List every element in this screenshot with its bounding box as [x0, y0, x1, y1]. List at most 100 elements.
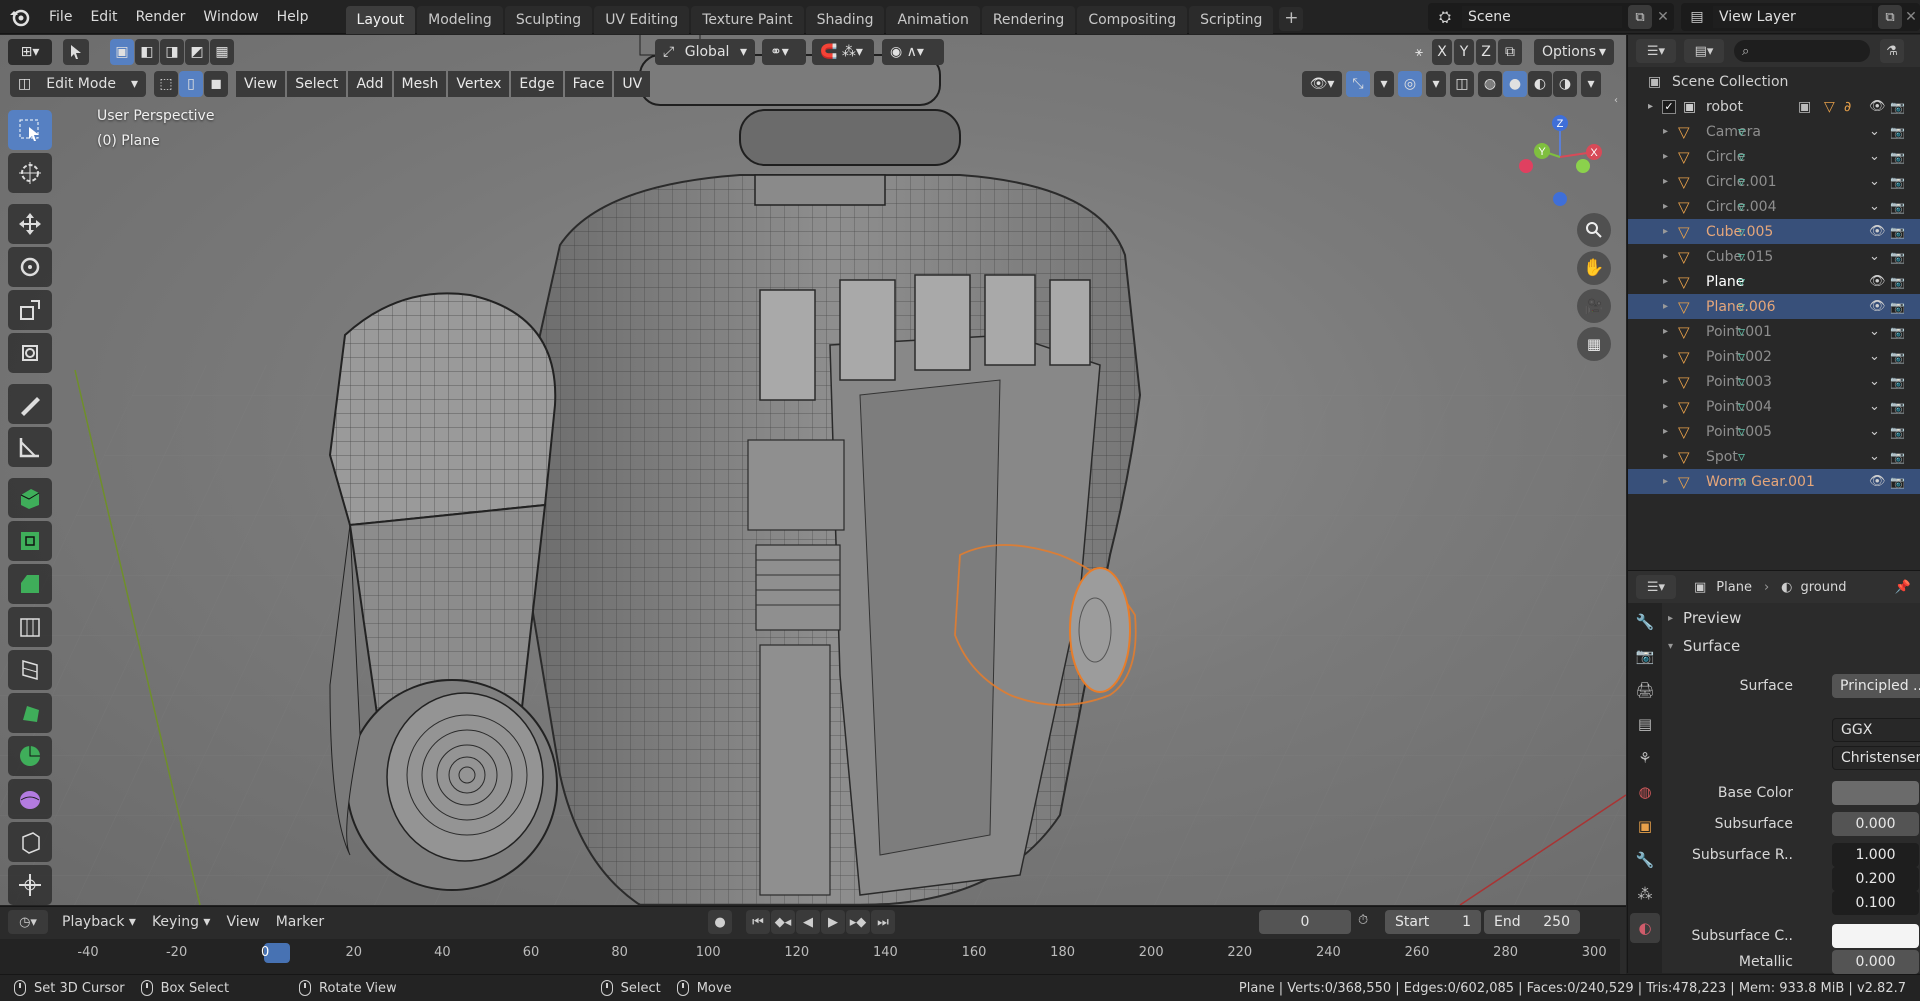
- playback-menu[interactable]: Playback ▾: [54, 907, 144, 937]
- subsurface-color-swatch[interactable]: [1832, 924, 1919, 948]
- keying-menu[interactable]: Keying ▾: [144, 907, 219, 937]
- mode-dropdown[interactable]: ◫ Edit Mode ▾: [10, 71, 146, 97]
- poly-build-tool-icon[interactable]: [8, 693, 52, 733]
- outliner-search-input[interactable]: ⌕: [1734, 40, 1870, 62]
- hidden-eye-icon[interactable]: ⌄: [1869, 374, 1880, 389]
- camera-view-icon[interactable]: 🎥: [1577, 289, 1611, 323]
- camera-render-icon[interactable]: 📷: [1890, 100, 1905, 114]
- tab-scripting[interactable]: Scripting: [1189, 5, 1274, 34]
- current-frame-field[interactable]: 0: [1259, 910, 1351, 934]
- render-tab-icon[interactable]: 📷: [1630, 641, 1660, 671]
- expand-triangle-icon[interactable]: ▸: [1663, 151, 1668, 162]
- gizmo-toggle-icon[interactable]: ⤡: [1346, 71, 1370, 97]
- subsurface-field[interactable]: 0.000: [1832, 812, 1919, 836]
- menu-render[interactable]: Render: [127, 0, 195, 34]
- eye-icon[interactable]: 👁: [1869, 474, 1886, 489]
- eye-icon[interactable]: 👁: [1869, 274, 1886, 289]
- object-data-icon[interactable]: ▿: [1738, 474, 1745, 490]
- select-extend-icon[interactable]: ◧: [135, 39, 159, 65]
- rendered-shading-icon[interactable]: ◑: [1553, 71, 1577, 97]
- camera-render-icon[interactable]: 📷: [1890, 300, 1905, 314]
- view-layer-icon[interactable]: ▤: [1681, 9, 1713, 25]
- outliner-item[interactable]: ▸ ▽ Spot ▿ ⌄ 📷: [1628, 444, 1920, 469]
- outliner-editor-type-icon[interactable]: ☰▾: [1636, 39, 1676, 63]
- object-data-icon[interactable]: ▿: [1738, 424, 1745, 440]
- expand-triangle-icon[interactable]: ▸: [1663, 201, 1668, 212]
- wireframe-shading-icon[interactable]: ◍: [1478, 71, 1502, 97]
- camera-render-icon[interactable]: 📷: [1890, 425, 1905, 439]
- camera-render-icon[interactable]: 📷: [1890, 450, 1905, 464]
- eye-icon[interactable]: 👁: [1869, 299, 1886, 314]
- expand-triangle-icon[interactable]: ▸: [1663, 451, 1668, 462]
- menu-select[interactable]: Select: [287, 71, 347, 97]
- menu-view[interactable]: View: [236, 71, 286, 97]
- scene-name-field[interactable]: Scene: [1462, 6, 1622, 28]
- knife-tool-icon[interactable]: [8, 650, 52, 690]
- eye-icon[interactable]: 👁: [1869, 99, 1886, 114]
- visibility-icon[interactable]: 👁▾: [1302, 71, 1342, 97]
- view-layer-name-field[interactable]: View Layer: [1713, 6, 1872, 28]
- outliner-item[interactable]: ▸ ▽ Plane.006 ▿ 👁 📷: [1628, 294, 1920, 319]
- object-data-icon[interactable]: ▿: [1738, 174, 1745, 190]
- select-new-icon[interactable]: ▣: [110, 39, 134, 65]
- hidden-eye-icon[interactable]: ⌄: [1869, 249, 1880, 264]
- display-mode-icon[interactable]: ▤▾: [1684, 39, 1724, 63]
- expand-triangle-icon[interactable]: ▸: [1663, 326, 1668, 337]
- play-reverse-icon[interactable]: ◀: [796, 910, 820, 934]
- object-data-icon[interactable]: ▿: [1738, 374, 1745, 390]
- camera-render-icon[interactable]: 📷: [1890, 150, 1905, 164]
- camera-render-icon[interactable]: 📷: [1890, 375, 1905, 389]
- shrink-fatten-tool-icon[interactable]: [8, 865, 52, 905]
- marker-menu[interactable]: Marker: [268, 907, 332, 937]
- select-intersect-icon[interactable]: ▦: [210, 39, 234, 65]
- face-select-icon[interactable]: ◼: [204, 71, 228, 97]
- filter-icon[interactable]: ⚗: [1880, 39, 1904, 63]
- mirror-z-toggle[interactable]: Z: [1476, 39, 1496, 65]
- tool-tab-icon[interactable]: 🔧: [1630, 607, 1660, 637]
- edge-slide-tool-icon[interactable]: [8, 822, 52, 862]
- vertex-select-icon[interactable]: ⬚: [154, 71, 178, 97]
- menu-help[interactable]: Help: [268, 0, 318, 34]
- tab-animation[interactable]: Animation: [886, 5, 980, 34]
- properties-editor-type-icon[interactable]: ☰▾: [1636, 575, 1676, 599]
- view-layer-tab-icon[interactable]: ▤: [1630, 709, 1660, 739]
- particles-tab-icon[interactable]: ⁂: [1630, 879, 1660, 909]
- modifier-tab-icon[interactable]: 🔧: [1630, 845, 1660, 875]
- camera-render-icon[interactable]: 📷: [1890, 125, 1905, 139]
- stopwatch-icon[interactable]: ⏱: [1358, 913, 1368, 928]
- extrude-tool-icon[interactable]: [8, 478, 52, 518]
- menu-add[interactable]: Add: [348, 71, 392, 97]
- camera-render-icon[interactable]: 📷: [1890, 350, 1905, 364]
- ortho-grid-icon[interactable]: ▦: [1577, 327, 1611, 361]
- hidden-eye-icon[interactable]: ⌄: [1869, 124, 1880, 139]
- expand-triangle-icon[interactable]: ▸: [1663, 476, 1668, 487]
- scene-icon[interactable]: ⛭: [1428, 8, 1462, 26]
- select-tool-icon[interactable]: [63, 39, 89, 65]
- hidden-eye-icon[interactable]: ⌄: [1869, 349, 1880, 364]
- object-data-icon[interactable]: ▿: [1738, 324, 1745, 340]
- object-data-icon[interactable]: ▿: [1738, 399, 1745, 415]
- spin-tool-icon[interactable]: [8, 736, 52, 776]
- hidden-eye-icon[interactable]: ⌄: [1869, 199, 1880, 214]
- object-data-icon[interactable]: ▿: [1738, 274, 1745, 290]
- tab-modeling[interactable]: Modeling: [417, 5, 503, 34]
- object-data-icon[interactable]: ▿: [1738, 124, 1745, 140]
- loop-cut-tool-icon[interactable]: [8, 607, 52, 647]
- chevron-down-icon[interactable]: ▾: [1581, 71, 1601, 97]
- menu-file[interactable]: File: [40, 0, 81, 34]
- bevel-tool-icon[interactable]: [8, 564, 52, 604]
- smooth-tool-icon[interactable]: [8, 779, 52, 819]
- mirror-y-toggle[interactable]: Y: [1454, 39, 1474, 65]
- tab-texture-paint[interactable]: Texture Paint: [691, 5, 804, 34]
- measure-tool-icon[interactable]: [8, 427, 52, 467]
- hidden-eye-icon[interactable]: ⌄: [1869, 449, 1880, 464]
- blender-logo-icon[interactable]: [0, 0, 40, 34]
- play-icon[interactable]: ▶: [821, 910, 845, 934]
- end-frame-field[interactable]: End 250: [1484, 910, 1580, 934]
- cursor-tool-icon[interactable]: [8, 153, 52, 193]
- transform-orientation-dropdown[interactable]: ⤢ Global ▾: [655, 39, 755, 65]
- camera-render-icon[interactable]: 📷: [1890, 250, 1905, 264]
- object-data-icon[interactable]: ▿: [1738, 449, 1745, 465]
- mirror-x-toggle[interactable]: X: [1432, 39, 1452, 65]
- camera-render-icon[interactable]: 📷: [1890, 225, 1905, 239]
